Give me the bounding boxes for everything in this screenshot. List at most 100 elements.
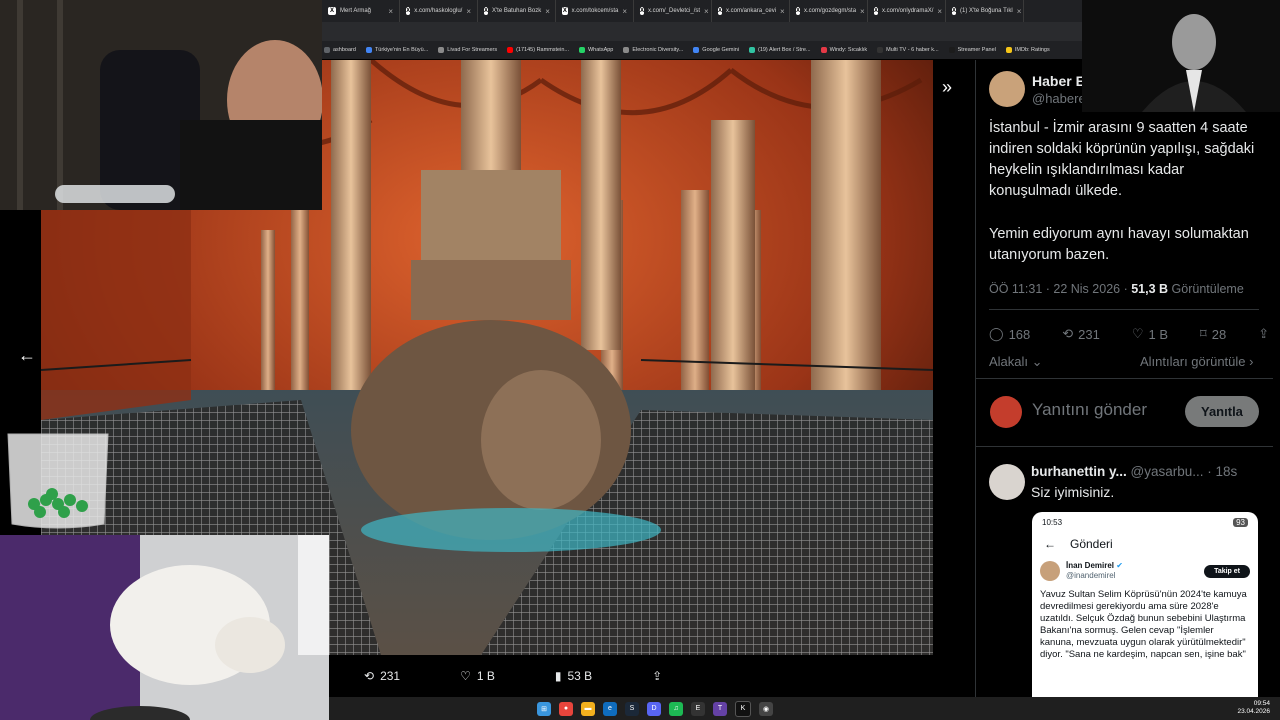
bookmark-item[interactable]: WhatsApp <box>578 47 613 53</box>
bookmark-item[interactable]: Multi TV - 6 haber k... <box>877 47 939 53</box>
browser-tab[interactable]: Xx.com/tokcem/sta × <box>556 0 634 22</box>
browser-tab[interactable]: X (1) X'te Boğuna Tıkl × <box>946 0 1024 22</box>
close-tab-icon[interactable]: × <box>388 7 393 16</box>
reply-submit-button[interactable]: Yanıtla <box>1185 396 1259 427</box>
bookmark-item[interactable]: Google Gemini <box>693 47 739 53</box>
bookmark-label: Windy: Sıcaklık <box>829 47 868 53</box>
taskbar-apps: ⊞ ● ▬ e S D ♫ E T K ◉ <box>533 700 777 717</box>
start-icon[interactable]: ⊞ <box>537 701 551 716</box>
bookmark-favicon-icon <box>748 47 755 53</box>
bookmark-label: Electronic Diversity... <box>632 47 684 53</box>
browser-tab[interactable]: Xx.com/gozdegm/sta × <box>790 0 868 22</box>
reply-time[interactable]: · 18s <box>1207 464 1237 479</box>
reply-attached-screenshot[interactable]: 10:53 93 ← Gönderi İnan Demirel ✔ @inand… <box>1032 512 1258 700</box>
bookmark-favicon-icon <box>578 47 585 53</box>
bookmark-item[interactable]: Electronic Diversity... <box>623 47 683 53</box>
chevron-down-icon: ⌄ <box>1031 354 1043 369</box>
bar-chart-icon: ▮ <box>554 669 562 683</box>
reply-header: burhanettin y... @yasarbu... · 18s <box>1031 464 1237 479</box>
bookmark-label: (19) Alert Box / Stre... <box>757 47 811 53</box>
system-clock[interactable]: 09:54 23.04.2026 <box>1237 700 1270 716</box>
author-avatar[interactable] <box>989 71 1025 107</box>
edge-icon[interactable]: e <box>603 701 617 716</box>
like-count: 1 B <box>1148 326 1169 342</box>
view-quotes-link[interactable]: Alıntıları görüntüle › <box>1140 354 1253 369</box>
bookmark-item[interactable]: Livad For Streamers <box>438 47 497 53</box>
kick-icon[interactable]: K <box>735 700 751 717</box>
obs-icon[interactable]: ◉ <box>759 701 773 716</box>
browser-tab-label: x.com/ankara_cevi <box>726 8 777 14</box>
views-action[interactable]: ▮ 53 B <box>555 669 592 683</box>
tweet-views-count: 51,3 B <box>1131 282 1169 296</box>
reply-button[interactable]: ◯ 168 <box>989 326 1030 342</box>
browser-tab[interactable]: X X'te Batuhan Bozk × <box>478 0 556 22</box>
reply-input[interactable]: Yanıtını gönder <box>1032 400 1147 420</box>
browser-tab[interactable]: Xx.com/_Devletci_/st × <box>634 0 712 22</box>
bookmark-favicon-icon <box>623 47 630 53</box>
chrome-icon[interactable]: ● <box>559 701 573 716</box>
view-quotes-label: Alıntıları görüntüle <box>1140 354 1246 369</box>
reply-author-name[interactable]: burhanettin y... <box>1031 464 1127 479</box>
browser-tab-label: x.com/gozdegm/sta <box>804 8 857 14</box>
bookmarks-bar: ashboard Türkiye'nin En Büyü... Livad For … <box>322 41 1082 59</box>
phone-status-time: 10:53 <box>1042 518 1063 527</box>
phone-author-handle: @inandemirel <box>1066 571 1116 580</box>
like-button[interactable]: ♡ 1 B <box>1132 326 1168 342</box>
tweet-time[interactable]: ÖÖ 11:31 · 22 Nis 2026 · <box>989 282 1131 296</box>
folder-icon[interactable]: ▬ <box>581 701 595 716</box>
bookmark-item[interactable]: Streamer Panel <box>948 47 996 53</box>
bookmark-label: Multi TV - 6 haber k... <box>886 47 939 53</box>
bookmark-item[interactable]: (17145) Rammstein... <box>507 47 569 53</box>
expand-panel-icon[interactable]: » <box>934 74 960 100</box>
browser-tab[interactable]: Xx.com/haskologlu/× <box>400 0 478 22</box>
reply-author-avatar[interactable] <box>989 464 1025 500</box>
close-tab-icon[interactable]: × <box>937 7 942 16</box>
tweet-text-1: İstanbul - İzmir arasını 9 saatten 4 saa… <box>989 120 1255 199</box>
close-tab-icon[interactable]: × <box>466 7 471 16</box>
bookmark-favicon-icon <box>507 47 514 53</box>
x-logo-icon: X <box>406 7 411 15</box>
like-action[interactable]: ♡ 1 B <box>460 669 495 683</box>
author-handle[interactable]: @haberel <box>1032 91 1089 106</box>
bookmark-favicon-icon <box>365 47 372 53</box>
related-dropdown[interactable]: Alakalı ⌄ <box>989 354 1043 370</box>
share-icon: ⇪ <box>1258 326 1270 341</box>
close-tab-icon[interactable]: × <box>780 7 785 16</box>
bookmark-item[interactable]: (19) Alert Box / Stre... <box>748 47 811 53</box>
retweet-action[interactable]: ⟲ 231 <box>364 669 400 683</box>
browser-tab-bar: X Mert Armağ × Xx.com/haskologlu/× X X'te Bat… <box>322 0 1082 22</box>
bookmark-count: 28 <box>1211 326 1227 342</box>
bookmark-button[interactable]: ⌑ 28 <box>1200 326 1226 342</box>
spotify-icon[interactable]: ♫ <box>669 701 683 716</box>
discord-icon[interactable]: D <box>647 701 661 716</box>
bookmark-label: Türkiye'nin En Büyü... <box>374 47 429 53</box>
pet-webcam <box>0 535 329 720</box>
bookmark-label: Livad For Streamers <box>447 47 498 53</box>
heart-icon: ♡ <box>1131 326 1144 341</box>
bookmark-item[interactable]: Türkiye'nin En Büyü... <box>365 47 429 53</box>
previous-image-arrow-icon[interactable]: ← <box>14 342 40 368</box>
bookmark-label: ashboard <box>333 47 356 53</box>
browser-tab[interactable]: Xx.com/ankara_cevi × <box>712 0 790 22</box>
close-tab-icon[interactable]: × <box>545 7 550 16</box>
tweet-text-2: Yemin ediyorum aynı havayı solumaktan ut… <box>989 226 1249 263</box>
address-bar[interactable] <box>322 22 1082 41</box>
epic-games-icon[interactable]: E <box>691 701 705 716</box>
share-button[interactable]: ⇪ <box>1258 326 1269 342</box>
steam-icon[interactable]: S <box>625 701 639 716</box>
retweet-button[interactable]: ⟲ 231 <box>1062 326 1100 342</box>
browser-tab[interactable]: Xx.com/onlydramaX/× <box>868 0 946 22</box>
bookmark-favicon-icon <box>948 47 955 53</box>
twitch-icon[interactable]: T <box>713 701 727 716</box>
browser-tab[interactable]: X Mert Armağ × <box>322 0 400 22</box>
close-tab-icon[interactable]: × <box>622 7 627 16</box>
close-tab-icon[interactable]: × <box>860 7 865 16</box>
bookmark-label: Google Gemini <box>702 47 739 53</box>
reply-author-handle[interactable]: @yasarbu... <box>1131 464 1204 479</box>
bookmark-item[interactable]: IMDb: Ratings <box>1005 47 1050 53</box>
close-tab-icon[interactable]: × <box>704 7 709 16</box>
close-tab-icon[interactable]: × <box>1017 7 1022 16</box>
share-action[interactable]: ⇪ <box>652 669 662 683</box>
bookmark-item[interactable]: ashboard <box>324 47 356 53</box>
bookmark-item[interactable]: Windy: Sıcaklık <box>820 47 868 53</box>
